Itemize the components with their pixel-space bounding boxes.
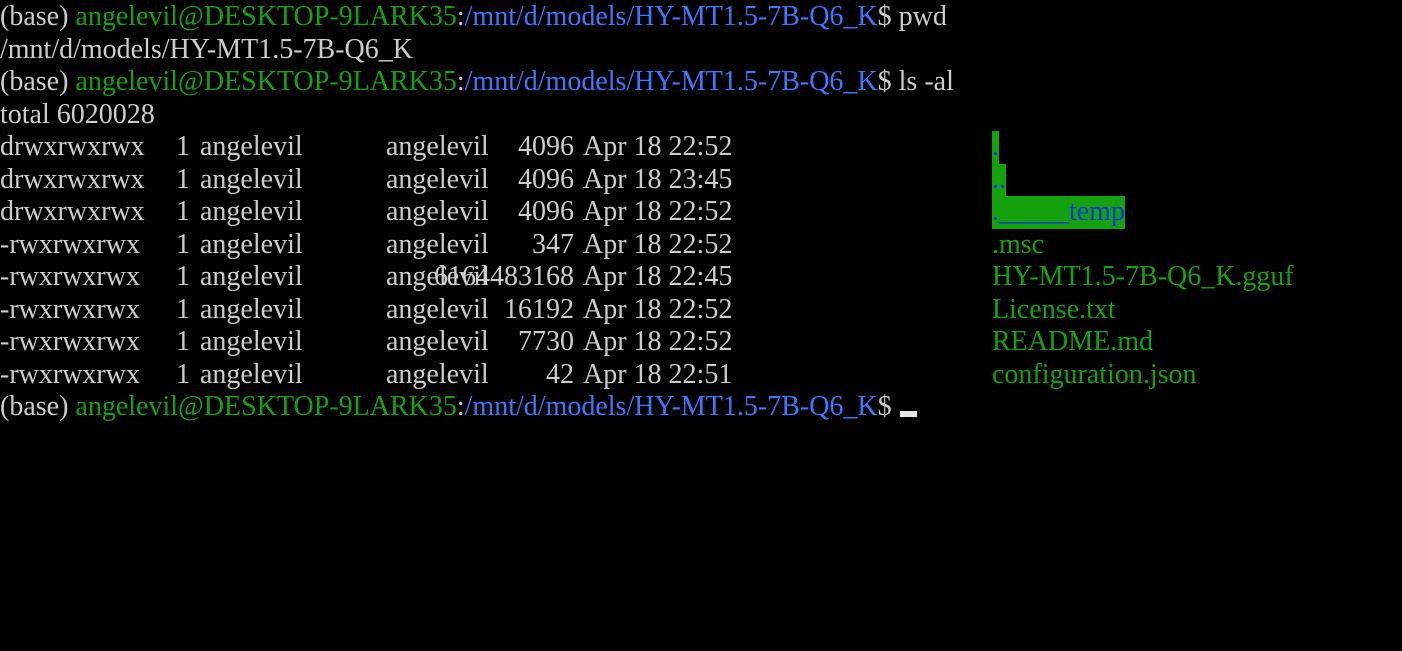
ls-entry: -rwxrwxrwx 1 angelevil angelevil 6164483… [0,261,1402,294]
ls-permissions: -rwxrwxrwx [0,261,140,292]
ls-permissions: -rwxrwxrwx [0,358,140,390]
conda-env: (base) [0,1,76,32]
ls-date: Apr 18 22:52 [583,131,733,162]
user-host: angelevil@DESKTOP-9LARK35 [75,391,457,422]
ls-links: 1 [176,261,190,292]
command-text: ls -al [898,66,954,97]
ls-group: angelevil [386,196,489,227]
ls-date: Apr 18 22:45 [583,261,733,292]
ls-links: 1 [176,196,190,227]
ls-date: Apr 18 23:45 [583,163,733,195]
prompt-colon: : [456,391,465,422]
prompt-line: (base) angelevil@DESKTOP-9LARK35:/mnt/d/… [0,66,1402,99]
ls-dir-name: . [992,131,999,164]
ls-entry: -rwxrwxrwx 1 angelevil angelevil 16192 A… [0,294,1402,327]
ls-owner: angelevil [200,293,303,325]
ls-entry: -rwxrwxrwx 1 angelevil angelevil 7730 Ap… [0,326,1402,359]
ls-date: Apr 18 22:52 [583,326,733,357]
text-cursor[interactable] [899,411,917,417]
command-text: pwd [898,1,947,32]
ls-date: Apr 18 22:52 [583,196,733,227]
ls-size: 16192 [504,293,574,325]
command-output: /mnt/d/models/HY-MT1.5-7B-Q6_K [0,33,413,65]
ls-owner: angelevil [200,326,303,357]
ls-owner: angelevil [200,196,303,227]
ls-file-name: .msc [992,228,1045,260]
ls-owner: angelevil [200,228,303,260]
ls-size: 4096 [518,163,574,195]
prompt-colon: : [456,66,465,97]
ls-links: 1 [176,358,190,390]
prompt-line: (base) angelevil@DESKTOP-9LARK35:/mnt/d/… [0,1,1402,34]
ls-group: angelevil [386,228,489,260]
ls-entry: drwxrwxrwx 1 angelevil angelevil 4096 Ap… [0,131,1402,164]
user-host: angelevil@DESKTOP-9LARK35 [75,1,457,32]
ls-size: 4096 [518,196,574,227]
ls-permissions: drwxrwxrwx [0,163,145,195]
ls-entry: -rwxrwxrwx 1 angelevil angelevil 347 Apr… [0,229,1402,262]
prompt-symbol: $ [877,1,892,32]
ls-permissions: -rwxrwxrwx [0,293,140,325]
ls-size: 347 [532,228,574,260]
ls-permissions: -rwxrwxrwx [0,228,140,260]
prompt-symbol: $ [877,66,892,97]
current-path: /mnt/d/models/HY-MT1.5-7B-Q6_K [464,391,878,422]
ls-size: 4096 [518,131,574,162]
ls-permissions: -rwxrwxrwx [0,326,140,357]
ls-file-name: configuration.json [992,358,1197,390]
ls-date: Apr 18 22:51 [583,358,733,390]
ls-entry: -rwxrwxrwx 1 angelevil angelevil 42 Apr … [0,359,1402,392]
ls-owner: angelevil [200,261,303,292]
ls-owner: angelevil [200,358,303,390]
prompt-line[interactable]: (base) angelevil@DESKTOP-9LARK35:/mnt/d/… [0,391,1402,424]
ls-group: angelevil [386,163,489,195]
ls-group: angelevil [386,326,489,357]
prompt-symbol: $ [877,391,892,422]
ls-permissions: drwxrwxrwx [0,131,145,162]
ls-owner: angelevil [200,163,303,195]
ls-links: 1 [176,293,190,325]
ls-group: angelevil [386,358,489,390]
conda-env: (base) [0,391,76,422]
current-path: /mnt/d/models/HY-MT1.5-7B-Q6_K [464,66,878,97]
ls-links: 1 [176,163,190,195]
ls-links: 1 [176,228,190,260]
ls-file-name: README.md [992,326,1153,357]
ls-file-name: License.txt [992,293,1116,325]
ls-group: angelevil [386,131,489,162]
prompt-colon: : [456,1,465,32]
ls-size: 7730 [518,326,574,357]
ls-dir-name: .. [992,163,1006,196]
ls-size: 6164483168 [434,261,574,292]
ls-entry: drwxrwxrwx 1 angelevil angelevil 4096 Ap… [0,196,1402,229]
ls-dir-name: ._____temp [992,196,1125,229]
ls-links: 1 [176,326,190,357]
ls-permissions: drwxrwxrwx [0,196,145,227]
ls-date: Apr 18 22:52 [583,228,733,260]
ls-size: 42 [546,358,574,390]
ls-group: angelevil [386,293,489,325]
user-host: angelevil@DESKTOP-9LARK35 [75,66,457,97]
ls-entry: drwxrwxrwx 1 angelevil angelevil 4096 Ap… [0,163,1402,196]
ls-total: total 6020028 [0,98,155,130]
ls-date: Apr 18 22:52 [583,293,733,325]
ls-file-name: HY-MT1.5-7B-Q6_K.gguf [992,261,1294,292]
current-path: /mnt/d/models/HY-MT1.5-7B-Q6_K [464,1,878,32]
ls-links: 1 [176,131,190,162]
conda-env: (base) [0,66,76,97]
ls-owner: angelevil [200,131,303,162]
terminal-window[interactable]: (base) angelevil@DESKTOP-9LARK35:/mnt/d/… [0,0,1402,462]
